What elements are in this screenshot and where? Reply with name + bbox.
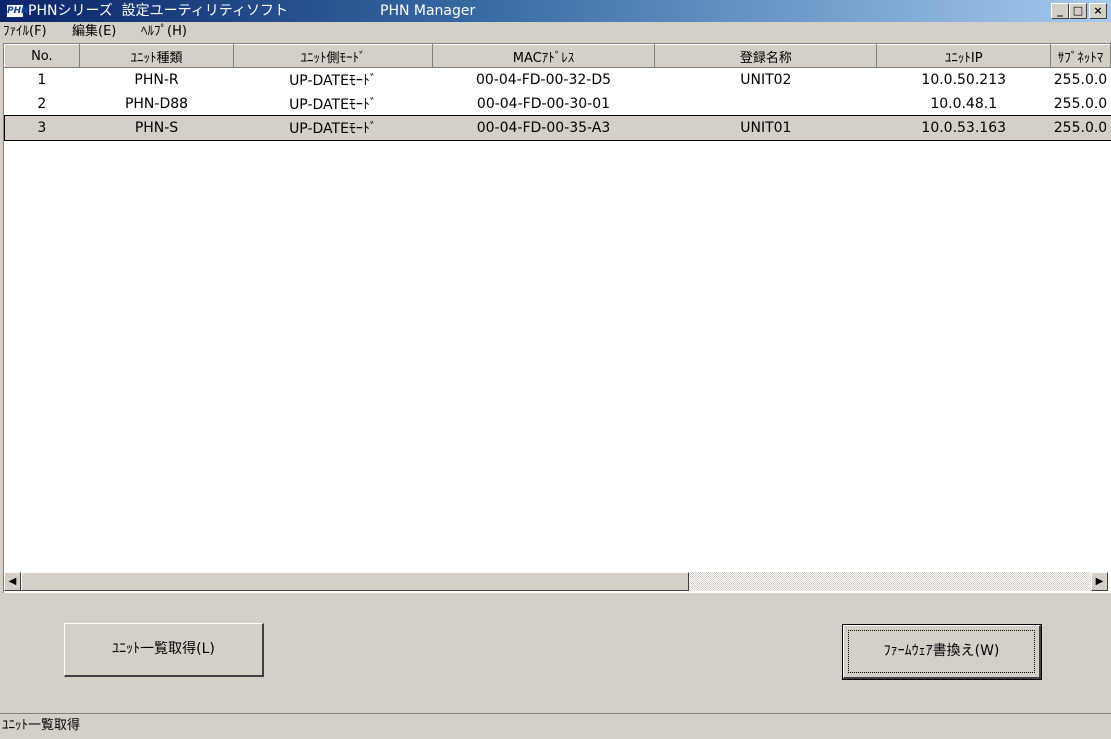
get-unit-list-button[interactable]: ﾕﾆｯﾄ一覧取得(L) [64, 623, 264, 677]
column-header-registered-name[interactable]: 登録名称 [654, 44, 878, 68]
cell-no: 2 [37, 95, 47, 112]
firmware-update-label: ﾌｧｰﾑｳｪｱ書換え(W) [883, 643, 1000, 659]
column-header-subnet-mask[interactable]: ｻﾌﾞﾈｯﾄﾏ [1049, 44, 1111, 68]
cell-no: 1 [37, 71, 47, 88]
column-header-unit-mode[interactable]: ﾕﾆｯﾄ側ﾓｰﾄﾞ [233, 44, 433, 68]
cell-unit-ip: 10.0.50.213 [921, 71, 1007, 88]
cell-subnet-mask: 255.0.0 [1053, 71, 1108, 88]
cell-registered-name: UNIT02 [740, 71, 792, 88]
column-header-mac-address[interactable]: MACｱﾄﾞﾚｽ [431, 44, 656, 68]
column-header-unit-ip[interactable]: ﾕﾆｯﾄIP [876, 44, 1051, 68]
cell-registered-name: UNIT01 [654, 115, 877, 140]
menu-file[interactable]: ﾌｧｲﾙ(F) [3, 22, 47, 42]
cell-unit-type: PHN-S [79, 115, 234, 140]
table-row[interactable]: 2 PHN-D88 UP-DATEﾓｰﾄﾞ 00-04-FD-00-30-01 … [5, 92, 1111, 116]
maximize-button[interactable]: □ [1069, 3, 1087, 19]
window-app-name: PHN Manager [380, 3, 476, 19]
cell-unit-type: PHN-D88 [124, 95, 189, 112]
table-row[interactable]: 1 PHN-R UP-DATEﾓｰﾄﾞ 00-04-FD-00-32-D5 UN… [5, 68, 1111, 92]
status-text: ﾕﾆｯﾄ一覧取得 [2, 718, 81, 733]
cell-unit-ip: 10.0.48.1 [930, 95, 998, 112]
cell-no: 3 [4, 115, 80, 140]
cell-unit-mode: UP-DATEﾓｰﾄﾞ [289, 96, 377, 113]
cell-unit-type: PHN-R [134, 71, 179, 88]
scroll-left-icon[interactable]: ◀ [4, 572, 21, 591]
cell-mac-address: 00-04-FD-00-32-D5 [475, 71, 612, 88]
cell-mac-address: 00-04-FD-00-35-A3 [432, 115, 655, 140]
scroll-right-icon[interactable]: ▶ [1091, 572, 1108, 591]
cell-subnet-mask: 255.0.0 [1050, 115, 1111, 140]
app-logo-icon: PHN [6, 4, 29, 18]
scrollbar-thumb[interactable] [21, 572, 689, 591]
unit-table: No. ﾕﾆｯﾄ種類 ﾕﾆｯﾄ側ﾓｰﾄﾞ MACｱﾄﾞﾚｽ 登録名称 ﾕﾆｯﾄI… [4, 44, 1111, 141]
menu-bar: ﾌｧｲﾙ(F) 編集(E) ﾍﾙﾌﾟ(H) [0, 22, 1111, 42]
minimize-button[interactable]: _ [1051, 3, 1069, 19]
unit-list[interactable]: No. ﾕﾆｯﾄ種類 ﾕﾆｯﾄ側ﾓｰﾄﾞ MACｱﾄﾞﾚｽ 登録名称 ﾕﾆｯﾄI… [3, 43, 1111, 593]
close-button[interactable]: × [1089, 3, 1107, 19]
menu-edit[interactable]: 編集(E) [72, 22, 116, 42]
cell-subnet-mask: 255.0.0 [1053, 95, 1108, 112]
firmware-update-button[interactable]: ﾌｧｰﾑｳｪｱ書換え(W) [842, 624, 1042, 680]
table-row-selected[interactable]: 3 PHN-S UP-DATEﾓｰﾄﾞ 00-04-FD-00-35-A3 UN… [4, 114, 1111, 141]
cell-unit-mode: UP-DATEﾓｰﾄﾞ [289, 72, 377, 89]
window-title: PHNシリーズ 設定ユーティリティソフト [28, 3, 288, 19]
column-header-no[interactable]: No. [4, 44, 80, 68]
table-header-row: No. ﾕﾆｯﾄ種類 ﾕﾆｯﾄ側ﾓｰﾄﾞ MACｱﾄﾞﾚｽ 登録名称 ﾕﾆｯﾄI… [4, 44, 1111, 68]
column-header-unit-type[interactable]: ﾕﾆｯﾄ種類 [78, 44, 235, 68]
menu-help[interactable]: ﾍﾙﾌﾟ(H) [141, 22, 187, 42]
cell-registered-name [655, 92, 877, 116]
cell-mac-address: 00-04-FD-00-30-01 [476, 95, 611, 112]
cell-unit-mode: UP-DATEﾓｰﾄﾞ [233, 115, 433, 140]
horizontal-scrollbar[interactable]: ◀ ▶ [4, 572, 1108, 591]
title-bar: PHN PHNシリーズ 設定ユーティリティソフト PHN Manager _ □… [0, 0, 1111, 22]
cell-unit-ip: 10.0.53.163 [876, 115, 1051, 140]
status-bar: ﾕﾆｯﾄ一覧取得 [0, 713, 1111, 739]
get-unit-list-label: ﾕﾆｯﾄ一覧取得(L) [112, 641, 215, 657]
